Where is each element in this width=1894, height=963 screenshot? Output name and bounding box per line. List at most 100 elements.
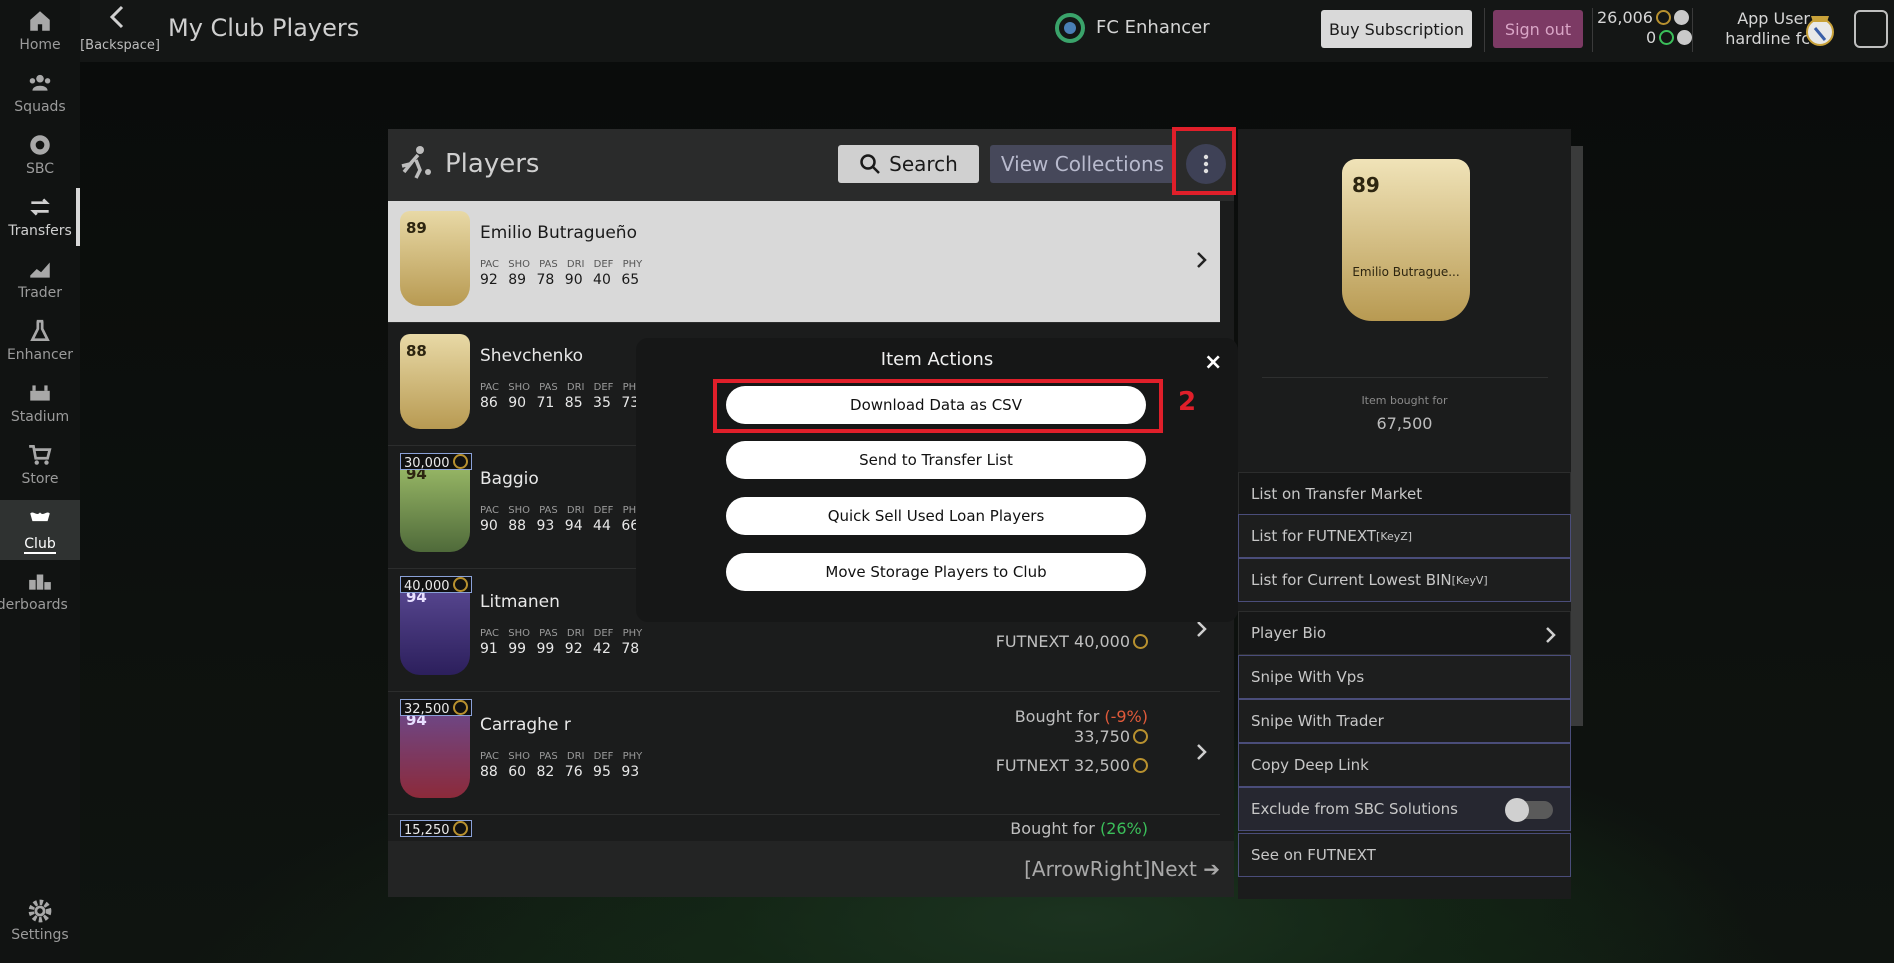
see-on-futnext-button[interactable]: See on FUTNEXT — [1238, 833, 1571, 877]
nav-label: Transfers — [8, 222, 72, 239]
card-rating: 89 — [1352, 173, 1380, 197]
view-collections-button[interactable]: View Collections — [990, 145, 1175, 183]
refresh-coins-icon[interactable] — [1673, 10, 1689, 25]
shortcut-key: [KeyZ] — [1376, 529, 1413, 543]
nav-store[interactable]: Store — [0, 434, 80, 494]
stat-values: 90 88 93 94 44 66 — [480, 518, 640, 534]
chevron-right-icon — [1197, 621, 1207, 637]
modal-title: Item Actions — [880, 349, 994, 370]
bought-value: 33,750 — [1074, 727, 1148, 746]
list-on-transfer-market-button[interactable]: List on Transfer Market — [1238, 472, 1571, 516]
user-name: App User — [1737, 9, 1810, 28]
buy-subscription-button[interactable]: Buy Subscription — [1321, 10, 1472, 48]
players-title: Players — [445, 149, 540, 179]
nav-label: Squads — [14, 98, 66, 115]
bought-label: Bought for — [1010, 819, 1095, 838]
player-row[interactable]: 89 Emilio Butragueño PAC SHO PAS DRI DEF… — [388, 201, 1220, 323]
divider — [1592, 8, 1593, 52]
nav-sbc[interactable]: SBC — [0, 124, 80, 184]
chevron-right-icon — [1197, 744, 1207, 760]
snipe-vps-button[interactable]: Snipe With Vps — [1238, 655, 1571, 699]
cart-icon — [29, 444, 52, 465]
nav-home[interactable]: Home — [0, 0, 80, 60]
bought-label: Item bought for — [1361, 394, 1448, 407]
close-icon[interactable]: × — [1204, 350, 1222, 375]
search-button[interactable]: Search — [838, 145, 979, 183]
chevron-right-icon — [1546, 627, 1556, 643]
player-card: 94 — [400, 457, 470, 552]
divider — [1484, 8, 1485, 52]
nav-label: Settings — [11, 926, 69, 943]
sign-out-button[interactable]: Sign out — [1493, 10, 1583, 48]
nav-trader[interactable]: Trader — [0, 248, 80, 308]
coin-icon — [1133, 634, 1148, 649]
nav-label: SBC — [25, 160, 55, 177]
player-card: 88 — [400, 334, 470, 429]
leaderboards-icon — [29, 574, 51, 590]
club-badge-icon — [1806, 16, 1834, 46]
nav-leaderboards[interactable]: aderboards — [0, 560, 80, 620]
futnext-value: FUTNEXT 32,500 — [995, 756, 1130, 775]
quick-sell-loan-button[interactable]: Quick Sell Used Loan Players — [726, 497, 1146, 535]
send-to-transfer-list-button[interactable]: Send to Transfer List — [726, 441, 1146, 479]
player-card: 94 — [400, 580, 470, 675]
card-name: Emilio Butrague... — [1352, 265, 1460, 279]
exclude-sbc-row[interactable]: Exclude from SBC Solutions — [1238, 787, 1571, 831]
price-chip: 32,500 — [400, 699, 472, 717]
bought-amount: 33,750 — [1074, 727, 1130, 746]
player-bio-button[interactable]: Player Bio — [1238, 611, 1571, 655]
snipe-trader-button[interactable]: Snipe With Trader — [1238, 699, 1571, 743]
coins-value: 26,006 — [1597, 8, 1653, 27]
annotation-box — [713, 379, 1163, 433]
player-name: Litmanen — [480, 592, 560, 612]
action-label: Player Bio — [1251, 624, 1327, 642]
sync-button[interactable] — [1854, 10, 1888, 48]
back-button[interactable]: [Backspace] — [80, 0, 160, 58]
list-lowest-bin-button[interactable]: List for Current Lowest BIN [KeyV] — [1238, 558, 1571, 602]
bought-value: 67,500 — [1376, 414, 1433, 433]
nav-label: Enhancer — [6, 346, 74, 363]
add-points-icon[interactable] — [1677, 30, 1693, 45]
stat-values: 91 99 99 92 42 78 — [480, 641, 640, 657]
player-card: 89 — [400, 211, 470, 306]
back-shortcut-label: [Backspace] — [80, 38, 160, 53]
nav-squads[interactable]: Squads — [0, 62, 80, 122]
price-chip: 15,250 — [400, 820, 472, 838]
chevron-right-icon — [1197, 252, 1207, 268]
nav-label: Stadium — [10, 408, 70, 425]
exclude-sbc-toggle[interactable] — [1505, 798, 1553, 822]
points-icon — [1659, 30, 1675, 45]
player-name: Emilio Butragueño — [480, 223, 637, 243]
next-page-button[interactable]: [ArrowRight]Next ➔ — [1024, 857, 1220, 881]
stat-labels: PAC SHO PAS DRI DEF PHY — [480, 259, 643, 270]
price-value: 15,250 — [404, 823, 450, 838]
player-name: Baggio — [480, 469, 539, 489]
player-row[interactable]: 15,250 Bought for (26%) — [388, 816, 1220, 841]
nav-label: aderboards — [0, 596, 68, 613]
pagination-bar: [ArrowRight]Next ➔ — [388, 841, 1234, 897]
side-navigation: Home Squads SBC Transfers Trader Enhance… — [0, 0, 80, 963]
copy-deep-link-button[interactable]: Copy Deep Link — [1238, 743, 1571, 787]
price-value: 32,500 — [404, 702, 450, 717]
sbc-icon — [30, 134, 50, 155]
player-row[interactable]: 94 32,500 Carraghe r PAC SHO PAS DRI DEF… — [388, 693, 1220, 815]
nav-settings[interactable]: Settings — [0, 890, 80, 950]
coin-icon — [1133, 758, 1148, 773]
stat-values: 88 60 82 76 95 93 — [480, 764, 640, 780]
nav-stadium[interactable]: Stadium — [0, 372, 80, 432]
nav-enhancer[interactable]: Enhancer — [0, 310, 80, 370]
squads-icon — [29, 74, 51, 91]
move-storage-button[interactable]: Move Storage Players to Club — [726, 553, 1146, 591]
list-futnext-button[interactable]: List for FUTNEXT [KeyZ] — [1238, 514, 1571, 558]
bought-pct: (-9%) — [1104, 707, 1148, 726]
points-balance: 0 — [1646, 28, 1693, 47]
nav-club[interactable]: Club — [0, 500, 80, 560]
search-icon — [860, 154, 881, 174]
flask-icon — [30, 319, 50, 341]
action-label: Exclude from SBC Solutions — [1251, 800, 1458, 818]
scrollbar[interactable] — [1571, 146, 1583, 726]
nav-transfers[interactable]: Transfers — [0, 186, 80, 246]
player-kick-icon — [401, 146, 431, 179]
home-icon — [30, 10, 50, 31]
app-name: FC Enhancer — [1096, 17, 1210, 38]
